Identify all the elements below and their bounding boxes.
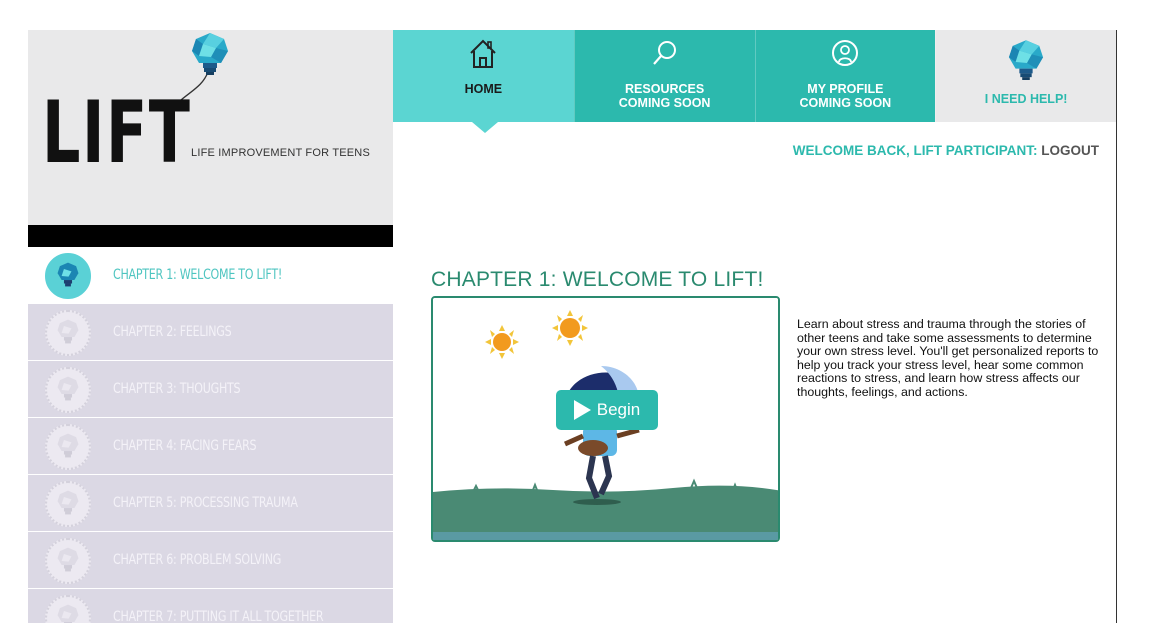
chapter-label: CHAPTER 3: THOUGHTS	[113, 381, 241, 397]
nav-resources-label: RESOURCES COMING SOON	[618, 82, 711, 110]
sidebar-item-chapter-4[interactable]: CHAPTER 4: FACING FEARS	[28, 418, 393, 475]
sidebar-item-chapter-5[interactable]: CHAPTER 5: PROCESSING TRAUMA	[28, 475, 393, 532]
logout-link[interactable]: LOGOUT	[1041, 143, 1099, 158]
logo-divider-bar	[28, 225, 393, 247]
chapter-label: CHAPTER 4: FACING FEARS	[113, 438, 257, 454]
sidebar-item-chapter-6[interactable]: CHAPTER 6: PROBLEM SOLVING	[28, 532, 393, 589]
nav-my-profile-label: MY PROFILE COMING SOON	[799, 82, 892, 110]
chapter-label: CHAPTER 1: WELCOME TO LIFT!	[113, 267, 283, 283]
welcome-text: WELCOME BACK, LIFT PARTICIPANT:	[792, 143, 1038, 158]
chapter-lightbulb-icon	[45, 481, 91, 527]
top-nav: HOME RESOURCES COMING SOON MY PROFILE CO…	[393, 30, 1116, 122]
lightbulb-icon	[1009, 40, 1044, 80]
welcome-bar: WELCOME BACK, LIFT PARTICIPANT: LOGOUT	[793, 143, 1099, 158]
sidebar-item-chapter-2[interactable]: CHAPTER 2: FEELINGS	[28, 304, 393, 361]
lift-wordmark: LIFT	[42, 83, 192, 183]
chapter-label: CHAPTER 7: PUTTING IT ALL TOGETHER	[113, 609, 324, 623]
profile-icon	[832, 40, 859, 66]
chapter-label: CHAPTER 2: FEELINGS	[113, 324, 232, 340]
chapter-label: CHAPTER 6: PROBLEM SOLVING	[113, 552, 282, 568]
play-icon	[573, 400, 591, 420]
chapter-lightbulb-icon	[45, 595, 91, 623]
chapter-video[interactable]: Begin	[431, 296, 780, 542]
nav-home[interactable]: HOME	[393, 30, 574, 122]
chapter-lightbulb-icon	[45, 538, 91, 584]
chapter-description: Learn about stress and trauma through th…	[797, 317, 1099, 399]
sidebar-item-chapter-1[interactable]: CHAPTER 1: WELCOME TO LIFT!	[28, 247, 393, 304]
sidebar-item-chapter-3[interactable]: CHAPTER 3: THOUGHTS	[28, 361, 393, 418]
begin-label: Begin	[596, 400, 641, 419]
nav-i-need-help-label: I NEED HELP!	[984, 92, 1068, 106]
nav-resources[interactable]: RESOURCES COMING SOON	[573, 30, 755, 122]
search-icon	[652, 41, 676, 65]
lightbulb-logo-icon	[192, 33, 228, 75]
chapter-lightbulb-icon	[45, 253, 91, 299]
nav-home-label: HOME	[464, 82, 503, 96]
chapter-label: CHAPTER 5: PROCESSING TRAUMA	[113, 495, 298, 511]
logo-tagline: LIFE IMPROVEMENT FOR TEENS	[191, 147, 370, 159]
chapter-lightbulb-icon	[45, 367, 91, 413]
page-right-border	[1116, 30, 1117, 623]
chapter-lightbulb-icon	[45, 310, 91, 356]
page-title: CHAPTER 1: WELCOME TO LIFT!	[431, 268, 764, 291]
nav-my-profile[interactable]: MY PROFILE COMING SOON	[754, 30, 936, 122]
chapter-lightbulb-icon	[45, 424, 91, 470]
begin-button[interactable]: Begin	[556, 390, 658, 430]
active-nav-pointer	[472, 122, 498, 133]
logo-panel: LIFT LIFE IMPROVEMENT FOR TEENS	[28, 30, 393, 225]
chapter-list: CHAPTER 1: WELCOME TO LIFT! CHAPTER 2: FE…	[28, 247, 393, 623]
sidebar-item-chapter-7[interactable]: CHAPTER 7: PUTTING IT ALL TOGETHER	[28, 589, 393, 623]
nav-i-need-help[interactable]: I NEED HELP!	[935, 30, 1116, 122]
home-icon	[470, 39, 497, 68]
